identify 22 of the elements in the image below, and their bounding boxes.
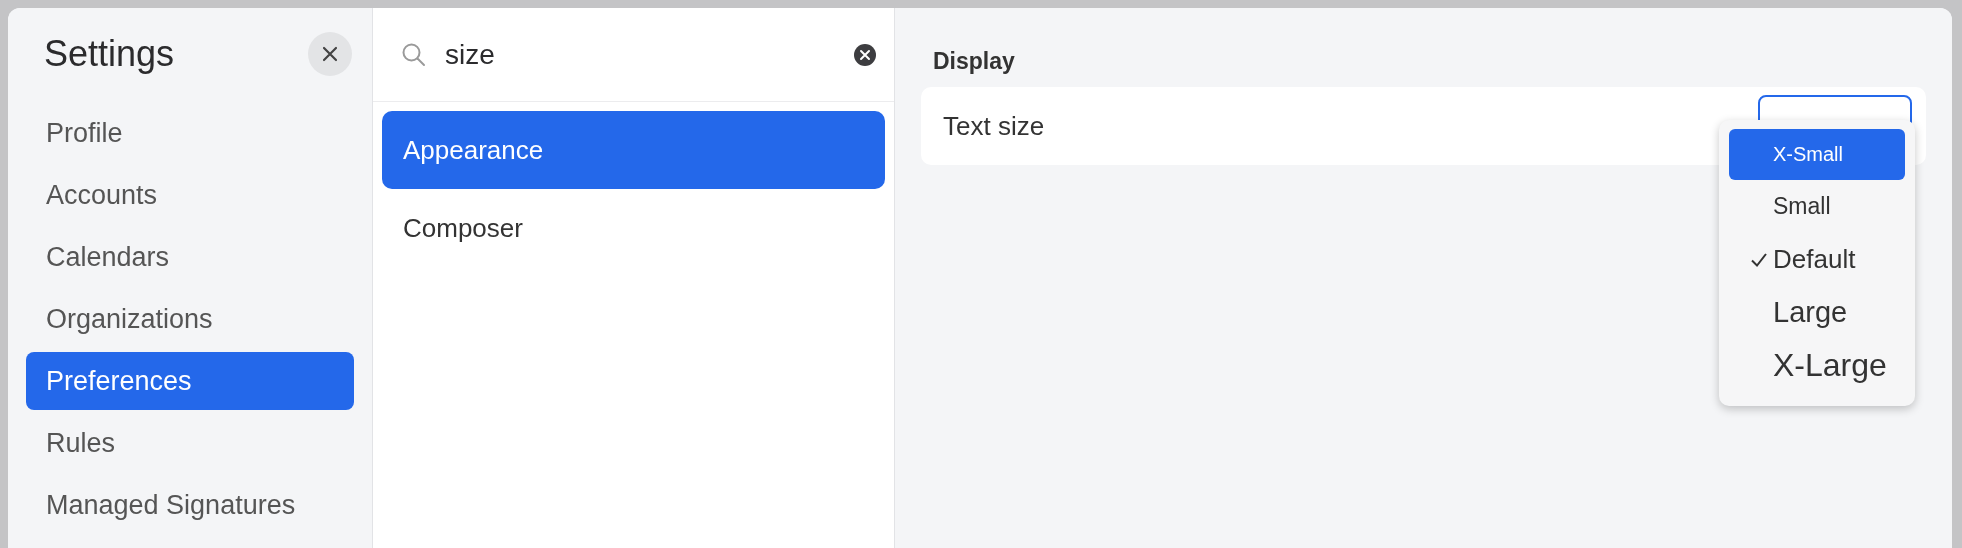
sidebar-item[interactable]: Calendars — [26, 228, 354, 286]
sidebar-item[interactable]: Organizations — [26, 290, 354, 348]
settings-title: Settings — [43, 33, 175, 75]
close-icon — [321, 45, 339, 63]
search-field[interactable]: size — [445, 38, 836, 71]
dropdown-option[interactable]: Small — [1729, 180, 1905, 233]
result-item[interactable]: Appearance — [382, 111, 885, 189]
dropdown-option[interactable]: Default — [1729, 233, 1905, 286]
result-item[interactable]: Composer — [382, 189, 885, 267]
search-icon — [401, 41, 427, 68]
dropdown-option[interactable]: X-Small — [1729, 129, 1905, 180]
dropdown-option[interactable]: Large — [1729, 286, 1905, 339]
close-button[interactable] — [308, 32, 352, 76]
dropdown-option[interactable]: X-Large — [1729, 339, 1905, 392]
section-title: Display — [932, 48, 1015, 75]
sidebar-item[interactable]: Managed Signatures — [26, 476, 354, 534]
clear-icon[interactable] — [854, 43, 876, 66]
sidebar-item[interactable]: Rules — [26, 414, 354, 472]
setting-label: Text size — [943, 110, 1045, 142]
sidebar-item[interactable]: Accounts — [26, 166, 354, 224]
sidebar-item[interactable]: Preferences — [26, 352, 354, 410]
sidebar-item[interactable]: Profile — [26, 104, 354, 162]
